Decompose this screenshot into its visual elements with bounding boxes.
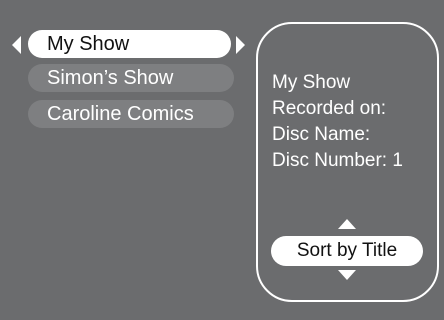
sort-label: Sort by Title	[296, 240, 398, 261]
list-item-label: My Show	[47, 33, 130, 55]
right-arrow-icon[interactable]	[236, 36, 245, 54]
list-item-my-show[interactable]: My Show	[28, 30, 231, 58]
left-arrow-icon[interactable]	[12, 36, 21, 54]
disc-number-label: Disc Number: 1	[272, 150, 403, 171]
down-arrow-icon[interactable]	[338, 270, 356, 280]
up-arrow-icon[interactable]	[338, 219, 356, 229]
show-list: My Show Simon’s Show Caroline Comics	[10, 26, 250, 146]
disc-name-label: Disc Name:	[272, 124, 371, 145]
list-item-caroline-comics[interactable]: Caroline Comics	[28, 100, 234, 128]
list-item-label: Simon’s Show	[47, 67, 174, 89]
show-title: My Show	[272, 72, 351, 93]
details-panel: My Show Recorded on: Disc Name: Disc Num…	[256, 22, 439, 302]
sort-button[interactable]: Sort by Title	[271, 236, 423, 266]
recorded-on-label: Recorded on:	[272, 98, 387, 119]
list-item-label: Caroline Comics	[47, 103, 194, 125]
list-item-simons-show[interactable]: Simon’s Show	[28, 64, 234, 92]
show-info: My Show Recorded on: Disc Name: Disc Num…	[272, 70, 403, 174]
